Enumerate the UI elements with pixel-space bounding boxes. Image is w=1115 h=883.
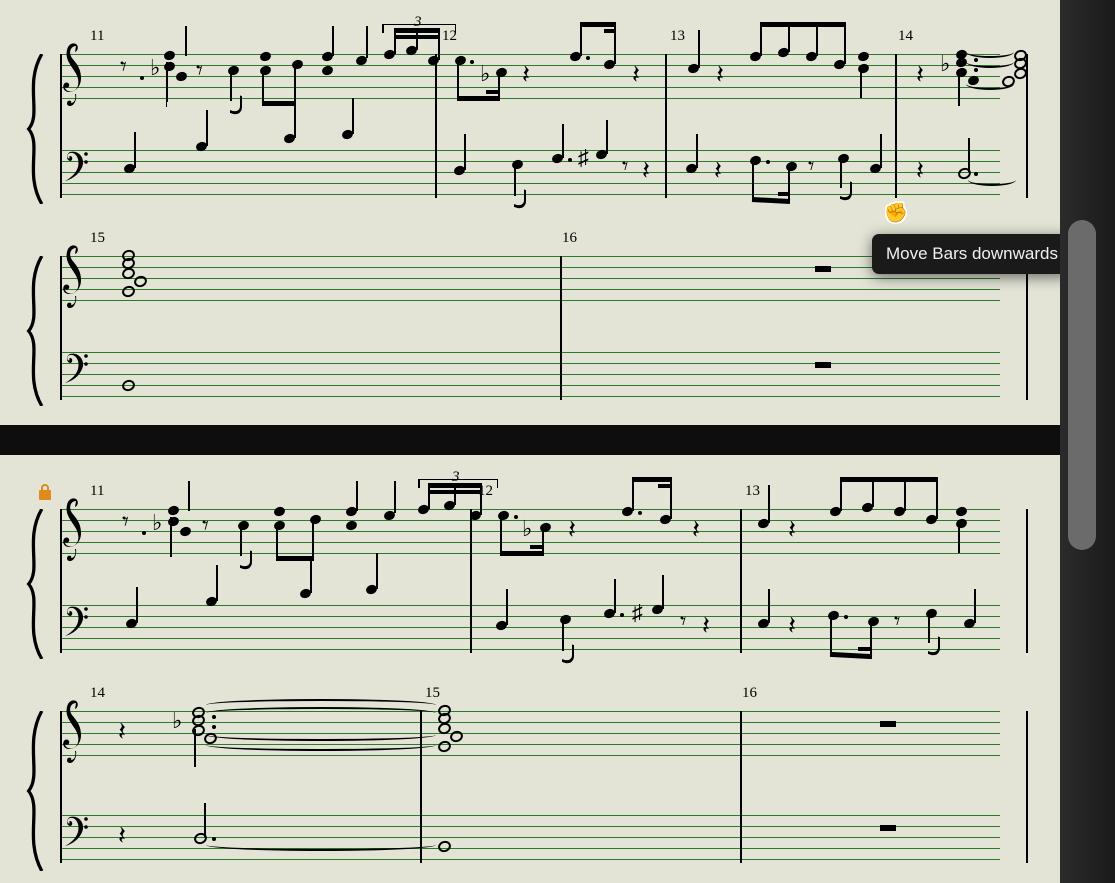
bass-clef-icon [64,813,90,847]
move-bars-tooltip: Move Bars downwards [872,234,1072,274]
panel-scrollbar[interactable] [1030,0,1060,425]
measure-number: 13 [670,28,685,45]
bass-clef-icon [64,603,90,637]
brace-icon [22,54,44,204]
scrollbar-thumb[interactable] [1068,220,1096,550]
measure-number: 16 [562,230,577,247]
measure-number: 15 [425,685,440,702]
score-canvas[interactable]: 𝄾 ♭ 𝄾 [0,0,1060,883]
bass-clef-icon [64,350,90,384]
measure-number: 15 [90,230,105,247]
measure-number: 13 [745,483,760,500]
brace-icon [22,711,44,871]
brace-icon [22,256,44,406]
lock-icon [37,483,53,506]
treble-staff: 𝄾 ♭ 𝄾 [60,509,1000,553]
treble-clef-icon [62,697,90,771]
treble-staff: 𝄾 ♭ 𝄾 [60,54,1000,98]
measure-number: 11 [90,28,104,45]
treble-staff: 𝄽 ♭ [60,711,1000,755]
system[interactable]: 𝄾 ♭ 𝄾 [30,54,1000,204]
treble-clef-icon [62,40,90,114]
score-page-before[interactable]: 𝄾 ♭ 𝄾 [0,0,1030,425]
measure-number: 16 [742,685,757,702]
grab-cursor-icon: ✊ [884,201,908,225]
system[interactable]: 𝄾 ♭ 𝄾 [30,509,1000,659]
tooltip-text: Move Bars downwards [886,244,1058,263]
treble-clef-icon [62,495,90,569]
bass-staff [60,352,1000,396]
treble-staff [60,256,1000,300]
brace-icon [22,509,44,659]
bass-staff: ♯ 𝄾 𝄽 𝄽 𝄾 [60,605,1000,649]
system[interactable]: 1516 [30,256,1000,406]
score-page-after[interactable]: 𝄾 ♭ 𝄾 [0,455,1030,883]
bass-clef-icon [64,148,90,182]
system[interactable]: 𝄽 ♭ [30,711,1000,871]
bass-staff: ♯ 𝄾 𝄽 𝄽 𝄾 𝄽 [60,150,1000,194]
panel-scrollbar[interactable] [1030,455,1060,883]
measure-number: 11 [90,483,104,500]
treble-clef-icon [62,242,90,316]
bass-staff: 𝄽 [60,815,1000,859]
vertical-scrollbar[interactable] [1060,0,1115,883]
measure-number: 14 [90,685,105,702]
measure-number: 14 [898,28,913,45]
